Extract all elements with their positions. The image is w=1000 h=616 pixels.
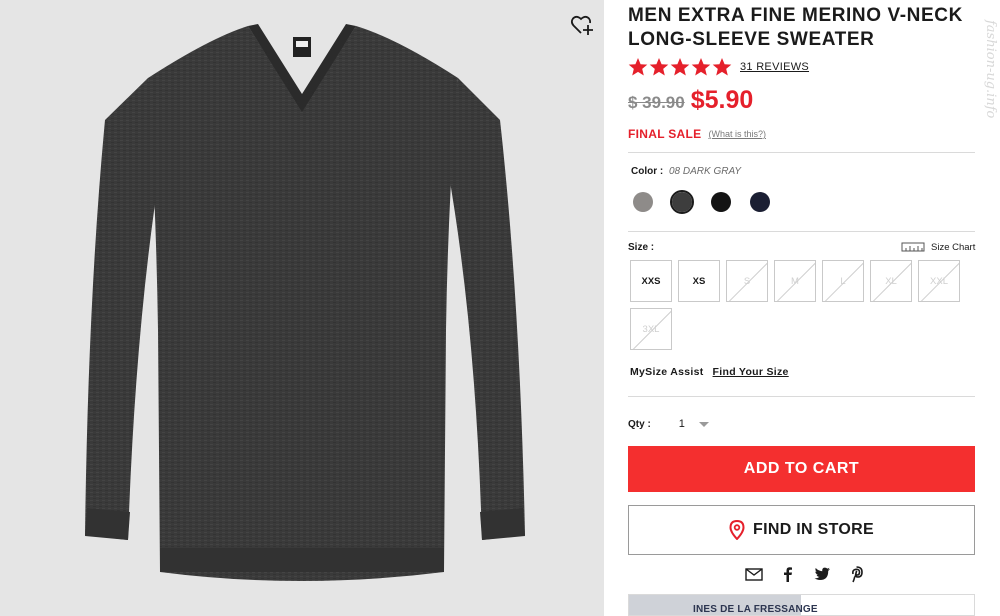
color-label-row: Color : 08 DARK GRAY [631, 166, 741, 177]
size-option-s[interactable]: S [726, 260, 768, 302]
find-in-store-button[interactable]: FIND IN STORE [628, 505, 975, 555]
product-image [85, 24, 525, 581]
final-sale-label: FINAL SALE [628, 127, 702, 141]
location-pin-icon [729, 520, 745, 540]
star-icon [691, 58, 711, 76]
star-icon [628, 58, 648, 76]
size-option-m[interactable]: M [774, 260, 816, 302]
rating-stars [628, 57, 732, 77]
star-icon [649, 58, 669, 76]
size-options: XXS XS S M L XL XXL 3XL [630, 260, 970, 350]
price-row: $ 39.90 $5.90 [628, 86, 753, 115]
color-swatch-dark-gray[interactable] [670, 190, 694, 214]
size-chart-link[interactable]: Size Chart [901, 241, 975, 253]
size-option-xxs[interactable]: XXS [630, 260, 672, 302]
star-icon [670, 58, 690, 76]
size-chart-label: Size Chart [931, 241, 976, 253]
promo-banner[interactable]: INES DE LA FRESSANGE [628, 594, 975, 616]
color-swatch-gray[interactable] [631, 190, 655, 214]
find-in-store-label: FIND IN STORE [753, 521, 874, 538]
size-label: Size : [628, 242, 655, 253]
color-swatch-navy[interactable] [748, 190, 772, 214]
mysize-label: MySize Assist [630, 366, 704, 378]
pinterest-icon[interactable] [847, 565, 865, 583]
find-your-size-link[interactable]: Find Your Size [713, 366, 789, 378]
wishlist-heart-icon[interactable] [570, 13, 594, 37]
mysize-row: MySize Assist Find Your Size [630, 366, 789, 378]
watermark: fashion-ug.info [983, 20, 998, 119]
email-icon[interactable] [745, 565, 763, 583]
rating-row: 31 REVIEWS [628, 57, 809, 77]
size-option-3xl[interactable]: 3XL [630, 308, 672, 350]
swatch-dot [633, 192, 653, 212]
size-option-xs[interactable]: XS [678, 260, 720, 302]
quantity-row: Qty : 1 [628, 418, 709, 430]
divider [628, 231, 975, 232]
swatch-dot [711, 192, 731, 212]
sale-price: $5.90 [690, 86, 754, 114]
swatch-dot [750, 192, 770, 212]
chevron-down-icon [698, 421, 709, 427]
ruler-icon [901, 242, 925, 252]
product-image-area [0, 0, 604, 616]
color-swatch-black[interactable] [709, 190, 733, 214]
final-sale-row: FINAL SALE (What is this?) [628, 127, 766, 141]
size-option-xxl[interactable]: XXL [918, 260, 960, 302]
divider [628, 152, 975, 153]
twitter-icon[interactable] [813, 565, 831, 583]
quantity-label: Qty : [628, 418, 651, 430]
quantity-value: 1 [678, 418, 685, 430]
star-icon [712, 58, 732, 76]
color-label: Color : [631, 166, 664, 177]
size-option-l[interactable]: L [822, 260, 864, 302]
size-option-xl[interactable]: XL [870, 260, 912, 302]
quantity-select[interactable]: 1 [679, 418, 709, 430]
reviews-link[interactable]: 31 REVIEWS [740, 61, 809, 73]
color-swatches [631, 190, 772, 214]
add-to-cart-button[interactable]: ADD TO CART [628, 446, 975, 492]
product-title: MEN EXTRA FINE MERINO V-NECK LONG-SLEEVE… [628, 5, 963, 50]
selected-color-name: 08 DARK GRAY [669, 166, 742, 177]
share-row [745, 565, 865, 583]
product-info-panel: MEN EXTRA FINE MERINO V-NECK LONG-SLEEVE… [628, 0, 976, 616]
divider [628, 396, 975, 397]
swatch-dot [672, 192, 692, 212]
facebook-icon[interactable] [779, 565, 797, 583]
promo-title: INES DE LA FRESSANGE [693, 604, 818, 615]
original-price: $ 39.90 [628, 93, 685, 112]
what-is-this-link[interactable]: (What is this?) [708, 129, 766, 139]
